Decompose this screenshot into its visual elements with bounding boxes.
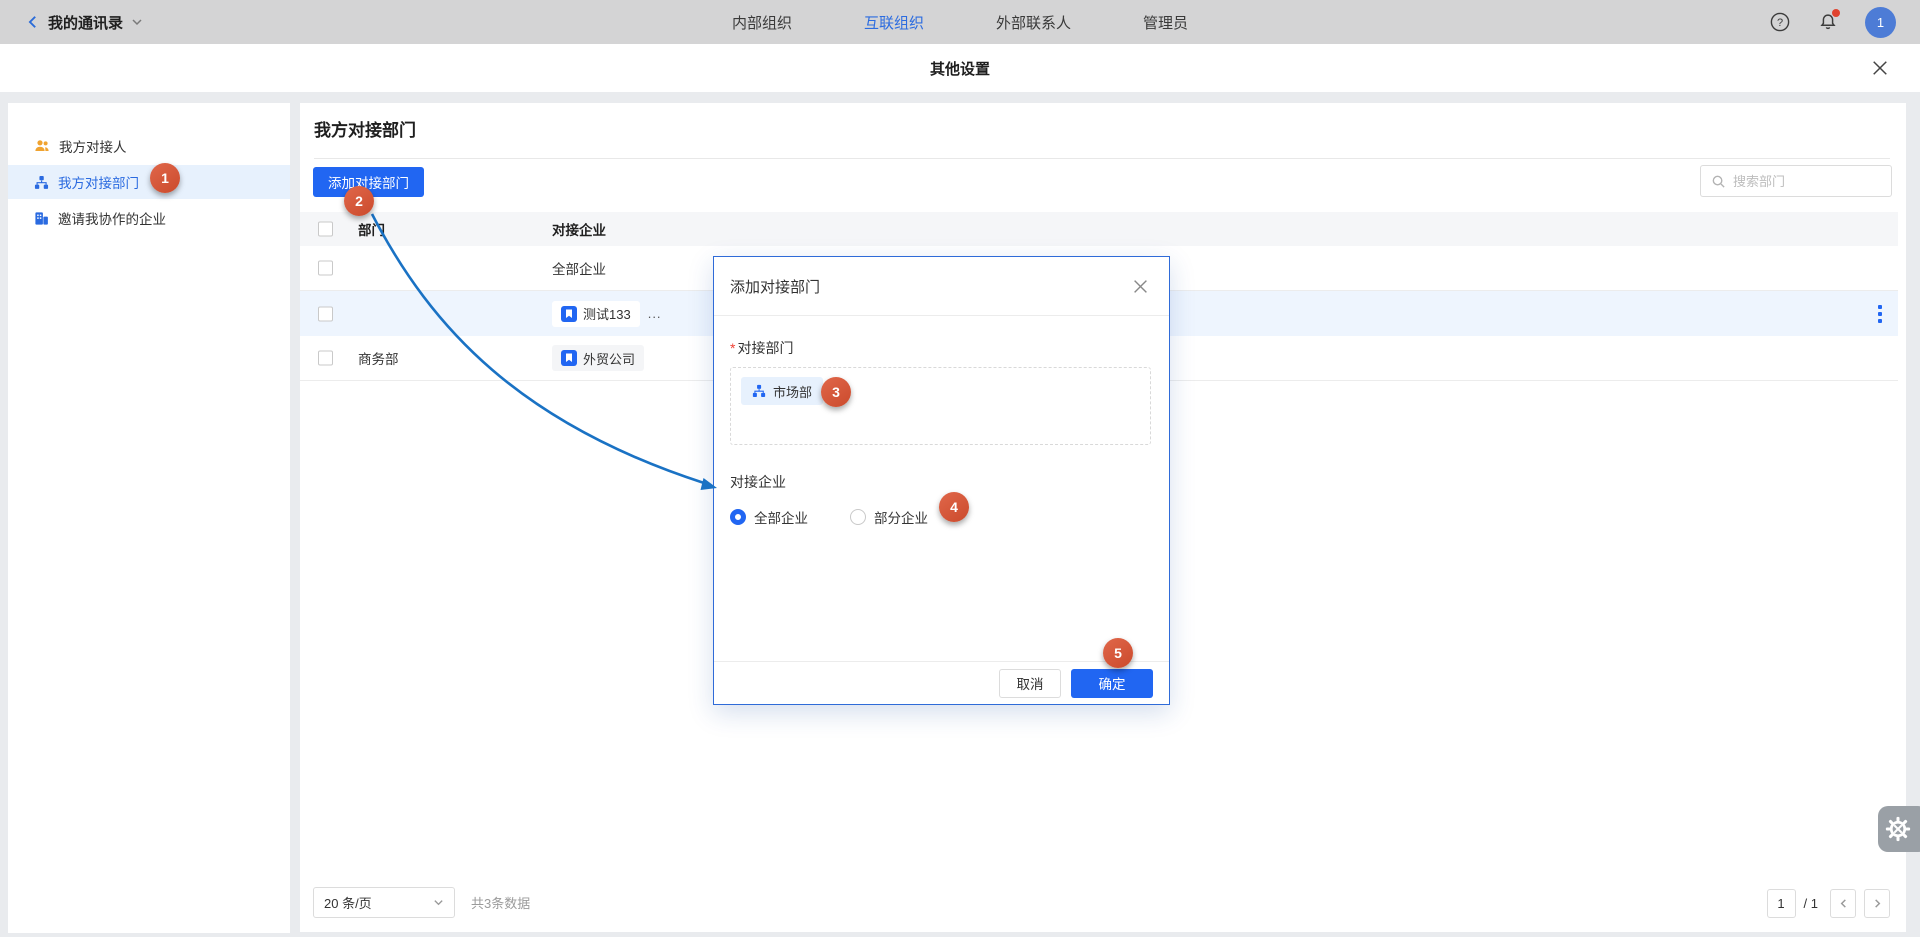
sidebar-item-label: 邀请我协作的企业	[58, 208, 166, 228]
add-docking-department-modal: 添加对接部门 *对接部门 市场部 对接企业 全部企业	[713, 256, 1170, 705]
org-icon	[34, 175, 49, 190]
docking-department-label: *对接部门	[730, 338, 1151, 358]
building-icon	[34, 211, 49, 226]
row-checkbox[interactable]	[318, 306, 333, 321]
modal-title: 添加对接部门	[730, 276, 820, 297]
field-label-text: 对接部门	[737, 340, 793, 356]
current-page-box[interactable]: 1	[1767, 889, 1796, 918]
modal-header: 添加对接部门	[714, 257, 1169, 316]
radio-label: 全部企业	[754, 507, 808, 527]
page-size-value: 20 条/页	[324, 893, 372, 912]
section-title: 我方对接部门	[314, 116, 416, 141]
sidebar-item-invited-companies[interactable]: 邀请我协作的企业	[8, 201, 290, 235]
step-badge-4: 4	[939, 492, 969, 522]
settings-sidebar: 我方对接人 我方对接部门 邀请我协作的企业	[8, 103, 290, 933]
radio-label: 部分企业	[874, 507, 928, 527]
total-count-text: 共3条数据	[471, 893, 530, 912]
column-header-department: 部门	[358, 219, 385, 239]
tab-internal-org[interactable]: 内部组织	[732, 12, 792, 33]
sidebar-item-label: 我方对接部门	[58, 172, 139, 192]
table-header-row: 部门 对接企业	[300, 212, 1898, 246]
back-nav[interactable]: 我的通讯录	[0, 12, 143, 33]
row-actions-kebab-icon[interactable]	[1874, 301, 1886, 327]
row-checkbox[interactable]	[318, 351, 333, 366]
topbar-tabs: 内部组织 互联组织 外部联系人 管理员	[732, 0, 1188, 44]
pagination-left: 20 条/页 共3条数据	[313, 887, 530, 918]
step-badge-2: 2	[344, 186, 374, 216]
modal-close-icon[interactable]	[1131, 277, 1149, 295]
sidebar-item-our-docking-department[interactable]: 我方对接部门	[8, 165, 290, 199]
company-tag: 外贸公司	[552, 345, 644, 371]
search-icon	[1711, 174, 1726, 189]
confirm-button[interactable]: 确定	[1071, 669, 1153, 698]
chevron-down-icon	[433, 897, 444, 908]
notification-dot	[1832, 9, 1840, 17]
chevron-down-icon[interactable]	[131, 16, 143, 28]
page-size-select[interactable]: 20 条/页	[313, 887, 455, 918]
sidebar-item-label: 我方对接人	[59, 136, 127, 156]
divider	[314, 158, 1890, 159]
bookmark-icon	[561, 306, 577, 322]
tab-admin[interactable]: 管理员	[1143, 12, 1188, 33]
prev-page-button[interactable]	[1830, 889, 1856, 918]
topbar-actions: ? 1	[1769, 0, 1896, 44]
tab-connected-org[interactable]: 互联组织	[864, 12, 924, 33]
company-tag: 测试133	[552, 301, 640, 327]
chevron-right-icon	[1872, 898, 1883, 909]
select-all-checkbox[interactable]	[318, 222, 333, 237]
department-picker-area[interactable]: 市场部	[730, 367, 1151, 445]
column-header-company: 对接企业	[552, 219, 606, 239]
people-icon	[34, 138, 50, 154]
settings-gear-fab[interactable]	[1878, 806, 1920, 852]
close-icon[interactable]	[1870, 58, 1890, 78]
contacts-title: 我的通讯录	[48, 12, 123, 33]
page-title: 其他设置	[930, 58, 990, 79]
settings-overlay-header: 其他设置	[0, 44, 1920, 92]
selected-department-tag[interactable]: 市场部	[741, 377, 823, 405]
company-tag-label: 外贸公司	[583, 349, 635, 368]
radio-selected-icon	[730, 509, 746, 525]
gear-tools-icon	[1884, 815, 1912, 843]
svg-text:?: ?	[1777, 17, 1783, 29]
company-cell: 全部企业	[552, 258, 606, 278]
sidebar-item-our-contact-person[interactable]: 我方对接人	[8, 129, 290, 163]
step-badge-3: 3	[821, 377, 851, 407]
radio-partial-companies[interactable]: 部分企业	[850, 507, 928, 527]
cancel-button[interactable]: 取消	[999, 669, 1061, 698]
search-input[interactable]	[1733, 174, 1873, 189]
pagination-right: 1 / 1	[1767, 889, 1890, 918]
company-tag-label: 测试133	[583, 304, 631, 323]
chevron-left-icon	[1838, 898, 1849, 909]
next-page-button[interactable]	[1864, 889, 1890, 918]
row-checkbox[interactable]	[318, 261, 333, 276]
modal-body: *对接部门 市场部 对接企业 全部企业 部分企业	[714, 316, 1169, 527]
tab-external-contacts[interactable]: 外部联系人	[996, 12, 1071, 33]
step-badge-5: 5	[1103, 638, 1133, 668]
more-companies-ellipsis[interactable]: ...	[648, 306, 662, 321]
notifications-bell-icon[interactable]	[1817, 11, 1839, 33]
selected-department-label: 市场部	[773, 382, 812, 401]
help-icon[interactable]: ?	[1769, 11, 1791, 33]
step-badge-1: 1	[150, 163, 180, 193]
docking-company-label: 对接企业	[730, 472, 1151, 492]
bookmark-icon	[561, 350, 577, 366]
topbar: 我的通讯录 内部组织 互联组织 外部联系人 管理员 ? 1	[0, 0, 1920, 44]
avatar[interactable]: 1	[1865, 7, 1896, 38]
search-box	[1700, 165, 1892, 197]
department-cell: 商务部	[358, 348, 399, 368]
back-chevron-icon	[26, 15, 40, 29]
radio-unselected-icon	[850, 509, 866, 525]
radio-all-companies[interactable]: 全部企业	[730, 507, 808, 527]
org-icon	[752, 384, 766, 398]
required-asterisk: *	[730, 340, 735, 356]
page-total-text: / 1	[1804, 896, 1818, 911]
modal-footer: 取消 确定	[714, 661, 1169, 704]
